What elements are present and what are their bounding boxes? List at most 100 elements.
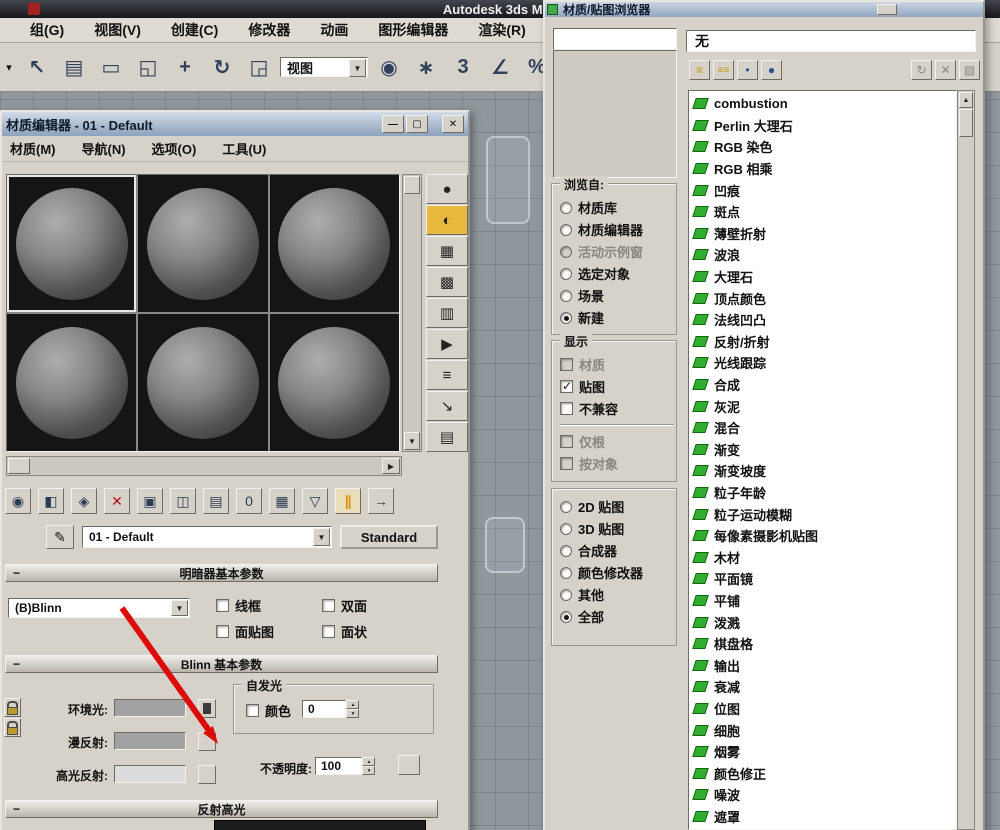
map-list-item[interactable]: 噪波	[689, 784, 956, 806]
material-sample-slot[interactable]	[270, 175, 399, 312]
close-button[interactable]: ✕	[442, 115, 464, 133]
rollout-blinn-basic-params[interactable]: Blinn 基本参数	[5, 655, 438, 673]
maximize-button[interactable]: ▢	[406, 115, 428, 133]
map-type-radio[interactable]: 合成器	[560, 541, 674, 560]
view-small-icons-icon[interactable]: •	[737, 60, 758, 80]
map-list-item[interactable]: 凹痕	[689, 179, 956, 201]
minimize-button[interactable]: —	[382, 115, 404, 133]
map-list-item[interactable]: 粒子年龄	[689, 482, 956, 504]
specular-color-swatch[interactable]	[114, 765, 186, 783]
material-sample-slot[interactable]	[7, 175, 136, 312]
material-sample-slot[interactable]	[138, 175, 267, 312]
opacity-spinner[interactable]	[362, 757, 375, 775]
map-list-item[interactable]: 薄壁折射	[689, 223, 956, 245]
material-map-navigator-icon[interactable]: ▤	[426, 422, 468, 452]
map-list-scrollbar[interactable]	[957, 90, 975, 830]
reset-map-icon[interactable]: ✕	[104, 488, 130, 514]
backlight-icon[interactable]: ◐	[426, 205, 468, 235]
scrollbar-thumb[interactable]	[959, 109, 973, 137]
map-list-item[interactable]: 平面镜	[689, 568, 956, 590]
sample-horizontal-scrollbar[interactable]	[6, 456, 402, 476]
map-list-item[interactable]: 棋盘格	[689, 633, 956, 655]
view-large-icons-icon[interactable]: ●	[761, 60, 782, 80]
specular-map-button[interactable]	[198, 765, 216, 784]
assign-material-to-selection-icon[interactable]: ◈	[71, 488, 97, 514]
sample-vertical-scrollbar[interactable]	[402, 174, 422, 452]
scroll-right-arrow-icon[interactable]	[382, 458, 400, 474]
browser-titlebar[interactable]: 材质/贴图浏览器	[545, 2, 983, 17]
self-illum-spinner[interactable]	[346, 700, 359, 718]
map-list-item[interactable]: 输出	[689, 654, 956, 676]
map-type-radio[interactable]: 其他	[560, 585, 674, 604]
update-scene-materials-icon[interactable]: ↻	[911, 60, 932, 80]
map-list-item[interactable]: 烟雾	[689, 741, 956, 763]
make-material-copy-icon[interactable]: ▣	[137, 488, 163, 514]
map-type-radio[interactable]: 颜色修改器	[560, 563, 674, 582]
map-list-item[interactable]: 斑点	[689, 201, 956, 223]
map-list-item[interactable]: combustion	[689, 93, 956, 115]
map-list-item[interactable]: Perlin 大理石	[689, 115, 956, 137]
video-color-check-icon[interactable]: ▥	[426, 298, 468, 328]
delete-from-library-icon[interactable]: ✕	[935, 60, 956, 80]
map-list-item[interactable]: 位图	[689, 698, 956, 720]
material-sample-slot[interactable]	[270, 314, 399, 451]
opacity-map-button[interactable]	[398, 755, 420, 775]
select-by-material-icon[interactable]: ↘	[426, 391, 468, 421]
go-forward-to-sibling-icon[interactable]: →	[368, 488, 394, 514]
clear-library-icon[interactable]: ▧	[959, 60, 980, 80]
browse-from-radio[interactable]: 材质编辑器	[560, 220, 674, 239]
menu-item[interactable]: 图形编辑器	[378, 20, 448, 40]
use-pivot-center-icon[interactable]: ◉	[373, 49, 405, 85]
scrollbar-thumb[interactable]	[404, 176, 420, 194]
map-list-item[interactable]: 每像素摄影机贴图	[689, 525, 956, 547]
map-list-item[interactable]: 木材	[689, 546, 956, 568]
map-list-item[interactable]: 法线凹凸	[689, 309, 956, 331]
select-scale-icon[interactable]: ◲	[243, 49, 275, 85]
menu-item[interactable]: 选项(O)	[152, 139, 197, 158]
select-by-name-icon[interactable]: ▤	[58, 49, 90, 85]
self-illum-value[interactable]: 0	[302, 700, 346, 718]
show-checkbox[interactable]: 贴图	[560, 377, 674, 396]
make-preview-icon[interactable]: ▶	[426, 329, 468, 359]
map-list-item[interactable]: 光线跟踪	[689, 352, 956, 374]
material-name-dropdown[interactable]: 01 - Default	[82, 526, 332, 548]
map-list-item[interactable]: 粒子运动模糊	[689, 503, 956, 525]
titlebar-button[interactable]	[877, 4, 897, 15]
dropdown-arrow-icon[interactable]	[171, 600, 188, 616]
pick-material-from-object-button[interactable]: ✎	[46, 525, 74, 549]
menu-item[interactable]: 导航(N)	[82, 139, 126, 158]
dropdown-arrow-icon[interactable]	[313, 528, 330, 546]
view-list-details-icon[interactable]: ≡≡	[713, 60, 734, 80]
menu-item[interactable]: 工具(U)	[222, 139, 266, 158]
map-list-item[interactable]: RGB 相乘	[689, 158, 956, 180]
show-checkbox[interactable]: 仅根	[560, 432, 674, 451]
map-list-item[interactable]: 反射/折射	[689, 331, 956, 353]
shader-type-dropdown[interactable]: (B)Blinn	[8, 598, 190, 618]
shader-checkbox[interactable]: 面贴图	[216, 622, 322, 641]
browse-from-radio[interactable]: 场景	[560, 286, 674, 305]
menu-item[interactable]: 组(G)	[30, 20, 64, 40]
ambient-lock-button[interactable]	[198, 699, 216, 718]
rollout-shader-basic-params[interactable]: 明暗器基本参数	[5, 564, 438, 582]
go-to-parent-icon[interactable]: ∥	[335, 488, 361, 514]
options-icon[interactable]: ≡	[426, 360, 468, 390]
sample-uv-tiling-icon[interactable]: ▩	[426, 267, 468, 297]
map-list[interactable]: combustion Perlin 大理石 RGB 染色 RGB 相乘	[688, 90, 957, 830]
map-list-item[interactable]: 颜色修正	[689, 762, 956, 784]
map-list-item[interactable]: 衰减	[689, 676, 956, 698]
opacity-value[interactable]: 100	[315, 757, 362, 775]
menu-item[interactable]: 动画	[320, 20, 348, 40]
shader-checkbox[interactable]: 面状	[322, 622, 428, 641]
show-checkbox[interactable]: 按对象	[560, 454, 674, 473]
show-end-result-icon[interactable]: ▽	[302, 488, 328, 514]
get-material-icon[interactable]: ◉	[5, 488, 31, 514]
view-list-icon[interactable]: ≡	[689, 60, 710, 80]
angle-snap-icon[interactable]: ∠	[484, 49, 516, 85]
put-material-to-scene-icon[interactable]: ◧	[38, 488, 64, 514]
map-list-item[interactable]: 平铺	[689, 590, 956, 612]
map-list-item[interactable]: 大理石	[689, 266, 956, 288]
map-list-item[interactable]: 灰泥	[689, 395, 956, 417]
window-crossing-icon[interactable]: ◱	[132, 49, 164, 85]
map-name-input[interactable]	[553, 28, 677, 50]
material-effects-channel-icon[interactable]: 0	[236, 488, 262, 514]
